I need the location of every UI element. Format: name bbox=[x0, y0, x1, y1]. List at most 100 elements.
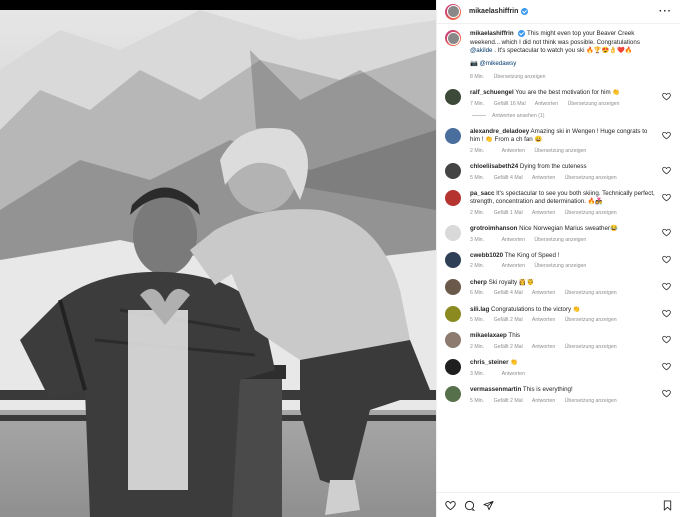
comment-likes[interactable]: Gefällt 16 Mal bbox=[494, 101, 526, 107]
caption-time[interactable]: 8 Min. bbox=[470, 74, 484, 80]
comment-reply-button[interactable]: Antworten bbox=[535, 101, 558, 107]
view-replies-link[interactable]: Antworten ansehen (1) bbox=[472, 113, 673, 119]
heart-icon[interactable] bbox=[662, 309, 671, 318]
commenter-username[interactable]: cwebb1020 bbox=[470, 252, 503, 259]
comment-translate[interactable]: Übersetzung anzeigen bbox=[534, 263, 586, 269]
commenter-username[interactable]: grotroimhanson bbox=[470, 225, 517, 232]
comment-reply-button[interactable]: Antworten bbox=[502, 371, 525, 377]
author-avatar[interactable] bbox=[445, 3, 461, 20]
heart-icon[interactable] bbox=[662, 166, 671, 175]
comment-translate[interactable]: Übersetzung anzeigen bbox=[565, 175, 617, 181]
comment-time[interactable]: 5 Min. bbox=[470, 175, 484, 181]
comment-translate[interactable]: Übersetzung anzeigen bbox=[534, 237, 586, 243]
comment-row: sili.lag Congratulations to the victory … bbox=[445, 305, 673, 325]
caption-username[interactable]: mikaelashiffrin bbox=[470, 30, 514, 37]
comment-translate[interactable]: Übersetzung anzeigen bbox=[565, 317, 617, 323]
comment-text: Ski royalty 👸🤴 bbox=[488, 278, 535, 286]
comment-likes[interactable]: Gefällt 1 Mal bbox=[494, 210, 523, 216]
commenter-username[interactable]: chris_steiner bbox=[470, 359, 509, 366]
commenter-avatar[interactable] bbox=[445, 190, 461, 207]
commenter-avatar[interactable] bbox=[445, 225, 461, 242]
comment-time[interactable]: 3 Min. bbox=[470, 371, 484, 377]
comment-reply-button[interactable]: Antworten bbox=[532, 210, 555, 216]
comment-reply-button[interactable]: Antworten bbox=[532, 317, 555, 323]
comment-translate[interactable]: Übersetzung anzeigen bbox=[534, 148, 586, 154]
comment-likes[interactable]: Gefällt 2 Mal bbox=[494, 398, 523, 404]
heart-icon[interactable] bbox=[662, 131, 671, 140]
comment-time[interactable]: 2 Min. bbox=[470, 210, 484, 216]
comment-text: It's spectacular to see you both skiing.… bbox=[470, 190, 655, 206]
post-photo bbox=[0, 0, 436, 517]
heart-icon[interactable] bbox=[445, 500, 456, 511]
comment-time[interactable]: 3 Min. bbox=[470, 237, 484, 243]
comment-row: mikaelaxaep This 2 Min. Gefällt 2 Mal An… bbox=[445, 332, 673, 351]
commenter-avatar[interactable] bbox=[445, 386, 461, 403]
commenter-avatar[interactable] bbox=[445, 332, 461, 349]
comment-translate[interactable]: Übersetzung anzeigen bbox=[565, 344, 617, 350]
comment-text: This bbox=[508, 332, 521, 340]
action-bar bbox=[437, 492, 680, 517]
comment-time[interactable]: 2 Min. bbox=[470, 148, 484, 154]
heart-icon[interactable] bbox=[662, 193, 671, 202]
ellipsis-icon[interactable]: ··· bbox=[659, 6, 672, 17]
comment-time[interactable]: 5 Min. bbox=[470, 317, 484, 323]
comment-likes[interactable]: Gefällt 2 Mal bbox=[494, 344, 523, 350]
commenter-avatar[interactable] bbox=[445, 127, 461, 144]
commenter-username[interactable]: ralf_schuengel bbox=[470, 89, 514, 96]
commenter-avatar[interactable] bbox=[445, 252, 461, 269]
comment-text: Dying from the cuteness bbox=[519, 163, 587, 171]
commenter-avatar[interactable] bbox=[445, 89, 461, 106]
comment-row: alexandre_deladoey Amazing ski in Wengen… bbox=[445, 127, 673, 155]
share-icon[interactable] bbox=[483, 500, 494, 511]
comment-row: pa_sacc It's spectacular to see you both… bbox=[445, 190, 673, 217]
comment-row: vermassenmartin This is everything! 5 Mi… bbox=[445, 386, 673, 405]
comment-reply-button[interactable]: Antworten bbox=[532, 290, 555, 296]
heart-icon[interactable] bbox=[662, 255, 671, 264]
comment-translate[interactable]: Übersetzung anzeigen bbox=[565, 290, 617, 296]
credit-mention[interactable]: @mikedawsy bbox=[479, 60, 516, 67]
heart-icon[interactable] bbox=[662, 335, 671, 344]
bookmark-icon[interactable] bbox=[662, 499, 673, 511]
commenter-username[interactable]: pa_sacc bbox=[470, 190, 494, 197]
comment-translate[interactable]: Übersetzung anzeigen bbox=[565, 398, 617, 404]
comment-translate[interactable]: Übersetzung anzeigen bbox=[568, 101, 620, 107]
comment-icon[interactable] bbox=[464, 500, 475, 511]
comment-time[interactable]: 5 Min. bbox=[470, 398, 484, 404]
commenter-avatar[interactable] bbox=[445, 359, 461, 376]
comment-reply-button[interactable]: Antworten bbox=[532, 175, 555, 181]
comment-likes[interactable]: Gefällt 4 Mal bbox=[494, 290, 523, 296]
comment-time[interactable]: 7 Min. bbox=[470, 101, 484, 107]
heart-icon[interactable] bbox=[662, 282, 671, 291]
heart-icon[interactable] bbox=[662, 389, 671, 398]
comment-time[interactable]: 2 Min. bbox=[470, 344, 484, 350]
commenter-username[interactable]: vermassenmartin bbox=[470, 386, 521, 393]
commenter-username[interactable]: sili.lag bbox=[470, 306, 489, 313]
caption-avatar[interactable] bbox=[445, 30, 461, 46]
heart-icon[interactable] bbox=[662, 362, 671, 371]
heart-icon[interactable] bbox=[662, 228, 671, 237]
photo-illustration bbox=[0, 10, 436, 517]
comment-reply-button[interactable]: Antworten bbox=[502, 263, 525, 269]
commenter-avatar[interactable] bbox=[445, 278, 461, 295]
comment-likes[interactable]: Gefällt 4 Mal bbox=[494, 175, 523, 181]
comment-text: You are the best motivation for him 👏 bbox=[515, 89, 621, 97]
comment-row: cherp Ski royalty 👸🤴 6 Min. Gefällt 4 Ma… bbox=[445, 278, 673, 298]
caption-mention[interactable]: @akilde bbox=[470, 47, 492, 54]
comment-likes[interactable]: Gefällt 2 Mal bbox=[494, 317, 523, 323]
comment-time[interactable]: 2 Min. bbox=[470, 263, 484, 269]
comment-reply-button[interactable]: Antworten bbox=[532, 344, 555, 350]
comment-time[interactable]: 6 Min. bbox=[470, 290, 484, 296]
commenter-username[interactable]: chloeliisabeth24 bbox=[470, 163, 518, 170]
commenter-username[interactable]: cherp bbox=[470, 279, 487, 286]
comment-reply-button[interactable]: Antworten bbox=[502, 148, 525, 154]
commenter-username[interactable]: mikaelaxaep bbox=[470, 332, 507, 339]
commenter-avatar[interactable] bbox=[445, 163, 461, 180]
commenter-username[interactable]: alexandre_deladoey bbox=[470, 128, 529, 135]
heart-icon[interactable] bbox=[662, 92, 671, 101]
comment-translate[interactable]: Übersetzung anzeigen bbox=[565, 210, 617, 216]
commenter-avatar[interactable] bbox=[445, 305, 461, 322]
author-username[interactable]: mikaelashiffrin bbox=[469, 8, 518, 15]
caption-translate[interactable]: Übersetzung anzeigen bbox=[494, 74, 546, 80]
comment-reply-button[interactable]: Antworten bbox=[502, 237, 525, 243]
comment-reply-button[interactable]: Antworten bbox=[532, 398, 555, 404]
